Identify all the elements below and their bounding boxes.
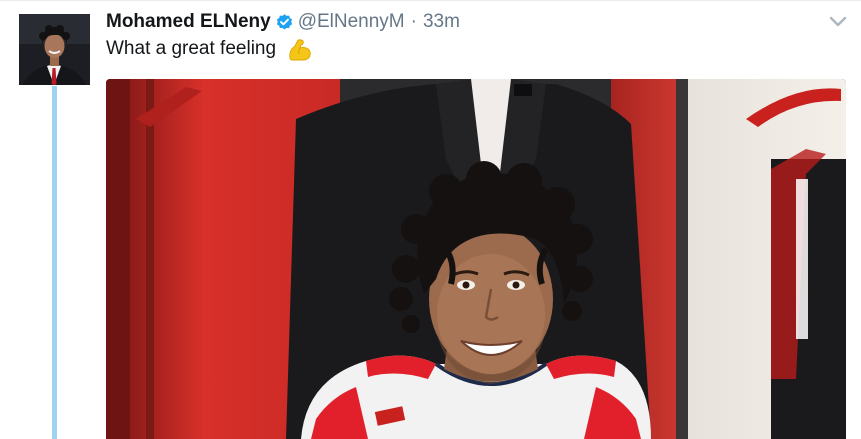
tweet-timestamp[interactable]: 33m [423,11,460,33]
tweet-photo[interactable] [106,79,846,439]
avatar[interactable] [19,14,90,85]
meta-separator: · [410,11,417,32]
thread-connector-line [52,86,57,439]
author-handle[interactable]: @ElNennyM [298,11,405,33]
flexed-biceps-icon [286,36,314,62]
tweet-header: Mohamed ELNeny @ElNennyM · 33m [106,10,460,34]
tweet-card: Mohamed ELNeny @ElNennyM · 33m What a gr… [0,0,861,439]
tweet-body: What a great feeling [106,36,314,62]
photo-scene [106,79,846,439]
author-name[interactable]: Mohamed ELNeny [106,11,271,33]
chevron-down-icon[interactable] [828,14,848,30]
divider [0,0,861,1]
tweet-text: What a great feeling [106,38,277,59]
verified-badge-icon [275,13,294,32]
